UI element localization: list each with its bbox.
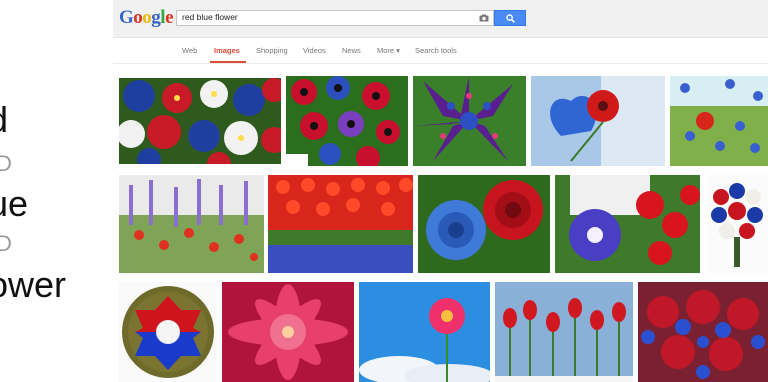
image-result-division-patch[interactable] [119,282,217,382]
search-input[interactable]: red blue flower [176,10,494,26]
search-header: Google red blue flower [113,0,768,38]
image-result-gerbera-heart[interactable] [531,76,665,166]
image-result-poppy-lupine[interactable] [119,175,264,273]
image-result-blue-red-roses[interactable] [418,175,550,273]
image-result-pink-dahlia[interactable] [222,282,354,382]
image-result-rose-cornflower-bouquet[interactable] [638,282,768,382]
search-tabs: Web Images Shopping Videos News More ▾ S… [113,38,768,64]
slide-word-3: ower [0,264,67,305]
search-button[interactable] [494,10,526,26]
image-result-petunias[interactable] [119,78,281,164]
logo-letter: g [151,7,161,28]
search-query-text: red blue flower [182,12,238,22]
image-result-morning-glory[interactable] [555,175,700,273]
image-result-poppies-cornflowers[interactable] [670,76,768,166]
google-logo[interactable]: Google [119,7,173,29]
image-result-tulip-field[interactable] [268,175,413,273]
tab-news[interactable]: News [342,46,361,55]
camera-icon[interactable] [479,14,489,22]
logo-letter: G [119,7,134,28]
active-tab-indicator [210,61,246,63]
image-result-bromeliad[interactable] [413,76,526,166]
slide-word-2: ue [0,183,29,224]
search-icon [506,14,515,23]
image-result-anemones[interactable] [286,76,408,166]
image-result-bouquet[interactable] [707,175,768,273]
google-image-search-panel: Google red blue flower Web Images Shoppi… [113,0,768,382]
slide-subtext-2: D [0,231,12,256]
slide-fragment-column: d D ue D ower [0,0,113,382]
tab-web[interactable]: Web [182,46,197,55]
tab-videos[interactable]: Videos [303,46,326,55]
slide-subtext-1: D [0,151,12,176]
tab-images[interactable]: Images [214,46,240,55]
tab-more[interactable]: More ▾ [377,46,400,55]
image-result-pink-gerbera-sky[interactable] [359,282,490,382]
search-tools-button[interactable]: Search tools [415,46,457,55]
logo-letter: o [133,7,143,28]
tab-shopping[interactable]: Shopping [256,46,288,55]
logo-letter: e [165,7,173,28]
image-result-red-tulips-sky[interactable] [495,282,633,382]
slide-word-1: d [0,100,8,140]
image-results-grid [113,64,768,382]
logo-letter: o [142,7,152,28]
